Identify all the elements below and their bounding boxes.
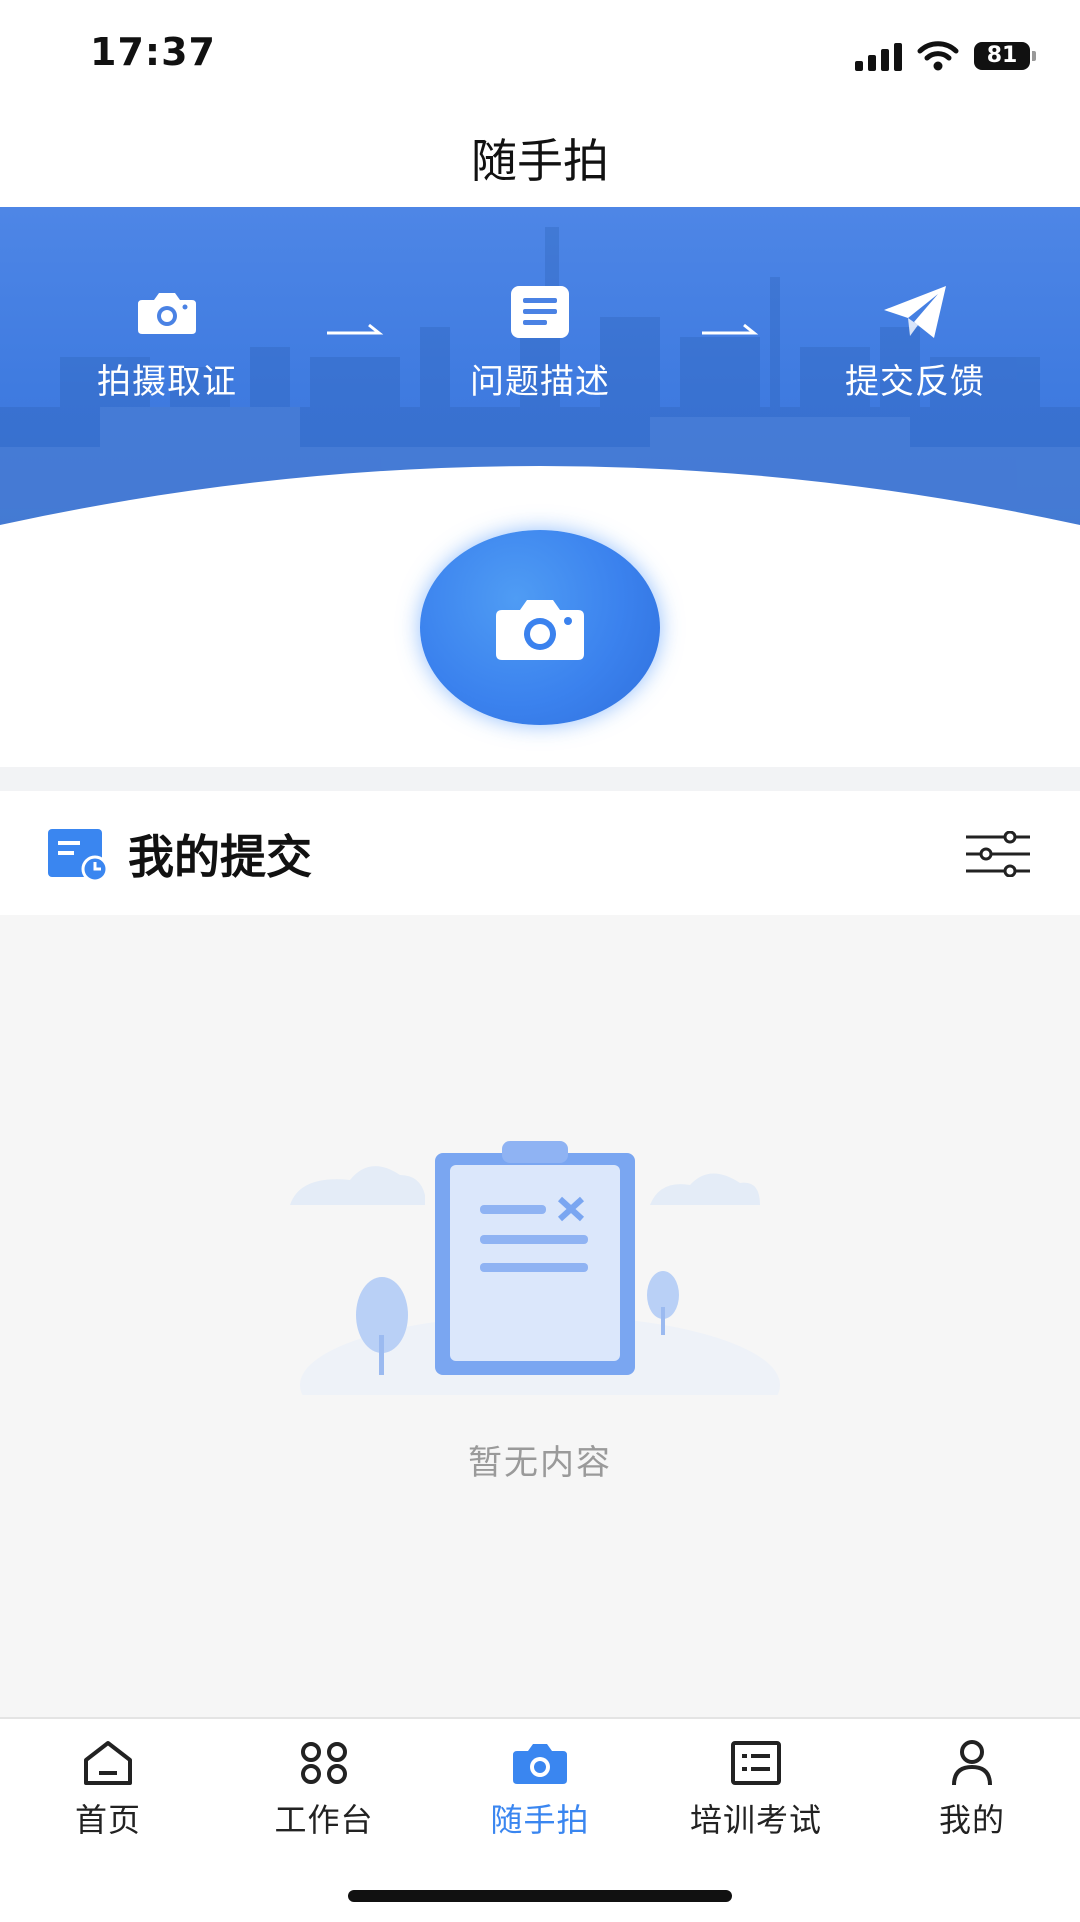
status-icons: 81 <box>855 36 1036 76</box>
tab-label: 培训考试 <box>689 1801 822 1839</box>
empty-clipboard-illustration <box>290 1141 780 1395</box>
empty-state: 暂无内容 <box>0 915 1080 1717</box>
battery-icon: 81 <box>974 42 1036 70</box>
workbench-icon <box>301 1742 347 1784</box>
arrow-right-icon <box>702 323 759 335</box>
tab-snapshot[interactable]: 随手拍 <box>432 1737 648 1841</box>
step-describe: 问题描述 <box>430 282 650 403</box>
tab-label: 工作台 <box>274 1801 374 1839</box>
section-divider <box>0 767 1080 791</box>
step-label: 拍摄取证 <box>97 362 237 402</box>
filter-icon[interactable] <box>966 831 1030 877</box>
home-indicator <box>348 1890 732 1902</box>
take-photo-button[interactable] <box>420 530 660 725</box>
step-label: 提交反馈 <box>845 362 985 402</box>
empty-message: 暂无内容 <box>468 1443 612 1483</box>
my-submissions-header: 我的提交 <box>0 791 1080 915</box>
section-title: 我的提交 <box>128 830 312 884</box>
step-submit: 提交反馈 <box>805 282 1025 403</box>
page-title: 随手拍 <box>471 134 609 188</box>
status-time: 17:37 <box>90 30 216 74</box>
tab-label: 随手拍 <box>490 1801 590 1839</box>
bottom-tab-bar: 首页 工作台 随手拍 培训考试 我的 <box>0 1717 1080 1922</box>
tab-home[interactable]: 首页 <box>0 1737 216 1841</box>
tab-training-exam[interactable]: 培训考试 <box>648 1737 864 1841</box>
process-steps: 拍摄取证 问题描述 提交反馈 <box>0 282 1080 402</box>
status-bar: 17:37 81 <box>0 0 1080 100</box>
profile-icon <box>952 1740 992 1786</box>
arrow-right-icon <box>327 323 384 335</box>
tab-profile[interactable]: 我的 <box>864 1737 1080 1841</box>
process-banner: 拍摄取证 问题描述 提交反馈 <box>0 207 1080 537</box>
tab-label: 首页 <box>74 1801 141 1839</box>
submission-history-icon <box>48 829 108 883</box>
step-label: 问题描述 <box>470 362 610 402</box>
home-icon <box>84 1741 132 1785</box>
document-icon <box>511 286 569 338</box>
exam-icon <box>731 1741 781 1785</box>
camera-icon <box>138 293 196 334</box>
cellular-signal-icon <box>855 41 902 71</box>
paper-plane-icon <box>884 286 946 338</box>
tab-workbench[interactable]: 工作台 <box>216 1737 432 1841</box>
camera-icon <box>513 1744 567 1784</box>
tab-label: 我的 <box>938 1801 1005 1839</box>
take-photo-area <box>420 530 660 730</box>
camera-icon <box>496 599 584 660</box>
step-photograph: 拍摄取证 <box>57 282 277 403</box>
wifi-icon <box>917 41 959 71</box>
